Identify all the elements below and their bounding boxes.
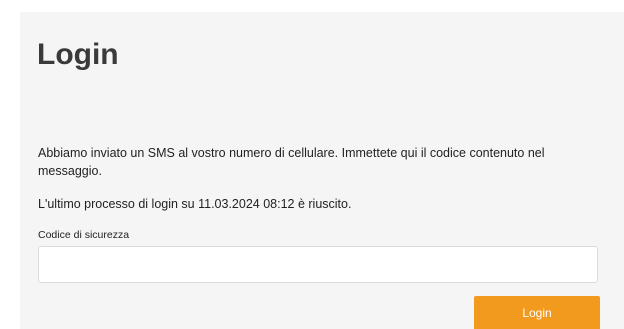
page-title: Login: [37, 38, 119, 71]
login-button[interactable]: Login: [474, 296, 600, 329]
sms-info-message: Abbiamo inviato un SMS al vostro numero …: [38, 146, 545, 178]
login-panel: Login Abbiamo inviato un SMS al vostro n…: [20, 12, 624, 329]
last-login-info: L'ultimo processo di login su 11.03.2024…: [38, 197, 352, 211]
security-code-label: Codice di sicurezza: [38, 229, 130, 241]
security-code-input[interactable]: [38, 246, 598, 283]
